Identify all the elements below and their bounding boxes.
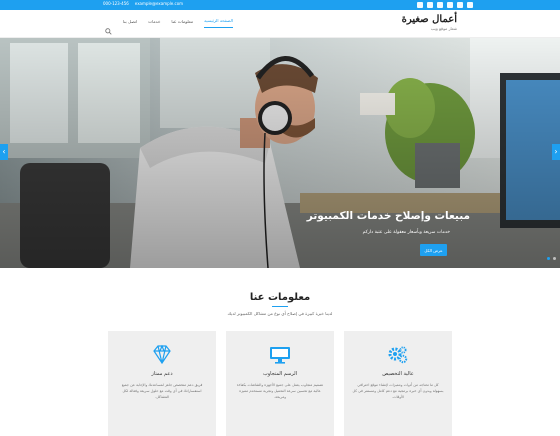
top-bar: 000-123-456 example@example.com: [0, 0, 560, 10]
gears-icon: [344, 345, 452, 365]
feature-desc: كل ما تحتاجه من أدوات ومميزات لإنشاء موق…: [352, 383, 444, 399]
rss-icon[interactable]: [457, 2, 463, 8]
features-cards: دعم ممتاز فريق دعم متخصص جاهز لمساعدتك و…: [108, 331, 453, 436]
hero-image: [0, 38, 560, 268]
facebook-icon[interactable]: [427, 2, 433, 8]
contact-info: 000-123-456 example@example.com: [103, 1, 183, 6]
feature-card: عالية التخصيص كل ما تحتاجه من أدوات وممي…: [344, 331, 452, 436]
monitor-icon: [226, 345, 334, 365]
twitter-icon[interactable]: [417, 2, 423, 8]
site-tagline: شعار موقع ويب: [430, 26, 457, 31]
hero-button[interactable]: عرض الكل: [420, 244, 447, 256]
slider-dot[interactable]: [553, 257, 556, 260]
hero-title: مبيعات وإصلاح خدمات الكمبيوتر: [306, 210, 470, 222]
nav-item-contact[interactable]: اتصل بنا: [123, 19, 137, 28]
slider-dot[interactable]: [547, 257, 550, 260]
hero-slider: ‹ ›: [0, 38, 560, 268]
slider-next-arrow[interactable]: ›: [552, 144, 560, 160]
social-links: [417, 2, 473, 8]
phone-text[interactable]: 000-123-456: [103, 1, 129, 6]
feature-desc: تصميم متجاوب يعمل على جميع الأجهزة والشا…: [236, 383, 324, 399]
slider-prev-arrow[interactable]: ‹: [0, 144, 8, 160]
feature-desc: فريق دعم متخصص جاهز لمساعدتك والإجابة عن…: [121, 383, 203, 399]
search-icon[interactable]: [105, 20, 112, 35]
nav-item-about[interactable]: معلومات عنا: [171, 19, 193, 28]
pinterest-icon[interactable]: [447, 2, 453, 8]
title-divider: [272, 306, 288, 307]
nav-item-services[interactable]: خدمات: [148, 19, 160, 28]
feature-card: دعم ممتاز فريق دعم متخصص جاهز لمساعدتك و…: [108, 331, 216, 436]
google-icon[interactable]: [437, 2, 443, 8]
linkedin-icon[interactable]: [467, 2, 473, 8]
section-subtitle: لدينا خبرة كبيرة في إصلاح أي نوع من مشاك…: [227, 311, 333, 316]
email-text[interactable]: example@example.com: [135, 1, 183, 6]
nav-item-home[interactable]: الصفحة الرئيسية: [204, 18, 233, 28]
feature-card: الرسم المتجاوب تصميم متجاوب يعمل على جمي…: [226, 331, 334, 436]
main-nav: الصفحة الرئيسية معلومات عنا خدمات اتصل ب…: [105, 18, 233, 35]
site-title[interactable]: أعمال صغيرة: [402, 14, 457, 25]
diamond-icon: [108, 345, 216, 365]
slider-dots: [547, 257, 556, 260]
section-title: معلومات عنا: [249, 292, 311, 303]
site-logo[interactable]: أعمال صغيرة شعار موقع ويب: [402, 14, 457, 31]
hero-subtitle: خدمات سريعة وبأسعار معقولة على عتبة دارك…: [362, 230, 450, 235]
site-header: أعمال صغيرة شعار موقع ويب الصفحة الرئيسي…: [0, 10, 560, 38]
